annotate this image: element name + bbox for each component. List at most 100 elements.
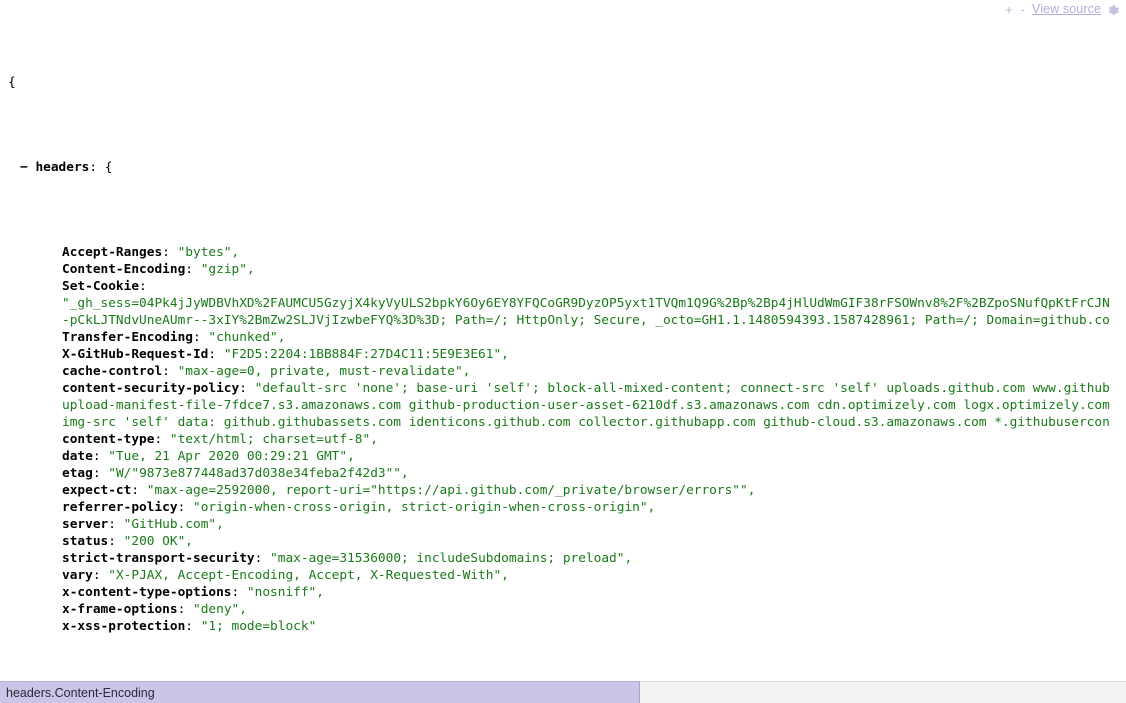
- header-key: strict-transport-security: [62, 551, 255, 566]
- header-value: "X-PJAX, Accept-Encoding, Accept, X-Requ…: [108, 568, 509, 583]
- header-key: server: [62, 517, 109, 532]
- headers-row-list: Accept-Ranges: "bytes", Content-Encoding:…: [0, 244, 1126, 635]
- colon: :: [92, 568, 109, 583]
- header-row[interactable]: vary: "X-PJAX, Accept-Encoding, Accept, …: [0, 567, 1126, 584]
- header-row[interactable]: x-frame-options: "deny",: [0, 601, 1126, 618]
- colon: :: [131, 483, 147, 498]
- statusbar-filler: [640, 681, 1126, 703]
- header-value: "deny",: [193, 602, 247, 617]
- colon: :: [185, 619, 201, 634]
- header-key: Transfer-Encoding: [62, 330, 193, 345]
- colon: :: [239, 381, 255, 396]
- header-row[interactable]: referrer-policy: "origin-when-cross-orig…: [0, 499, 1126, 516]
- colon: :: [208, 347, 224, 362]
- colon: :: [254, 551, 271, 566]
- header-value-continuation: upload-manifest-file-7fdce7.s3.amazonaws…: [62, 398, 1110, 413]
- expand-all-button[interactable]: +: [1004, 3, 1014, 16]
- header-key: date: [62, 449, 93, 464]
- colon: :: [162, 364, 178, 379]
- header-value: "default-src 'none'; base-uri 'self'; bl…: [254, 381, 1110, 396]
- header-key: Content-Encoding: [62, 262, 186, 277]
- header-row[interactable]: Accept-Ranges: "bytes",: [0, 244, 1126, 261]
- header-value: "bytes",: [177, 245, 240, 260]
- header-value: "max-age=2592000, report-uri="https://ap…: [146, 483, 756, 498]
- header-row[interactable]: status: "200 OK",: [0, 533, 1126, 550]
- header-key: status: [62, 534, 109, 549]
- header-row[interactable]: expect-ct: "max-age=2592000, report-uri=…: [0, 482, 1126, 499]
- header-row[interactable]: Content-Encoding: "gzip",: [0, 261, 1126, 278]
- header-row[interactable]: etag: "W/"9873e877448ad37d038e34feba2f42…: [0, 465, 1126, 482]
- header-value: "W/"9873e877448ad37d038e34feba2f42d3"",: [108, 466, 409, 481]
- colon: :: [108, 517, 124, 532]
- colon: :: [162, 245, 178, 260]
- header-key: expect-ct: [62, 483, 132, 498]
- header-value: "200 OK",: [123, 534, 193, 549]
- header-value: "text/html; charset=utf-8",: [169, 432, 378, 447]
- colon: :: [139, 279, 147, 294]
- header-value: "max-age=31536000; includeSubdomains; pr…: [270, 551, 633, 566]
- collapse-toggle-headers[interactable]: −: [20, 160, 28, 175]
- json-root-open: {: [0, 74, 1126, 91]
- header-row[interactable]: X-GitHub-Request-Id: "F2D5:2204:1BB884F:…: [0, 346, 1126, 363]
- header-row[interactable]: content-type: "text/html; charset=utf-8"…: [0, 431, 1126, 448]
- root-open-brace: {: [8, 75, 16, 90]
- json-viewer-pane[interactable]: { − headers: { Accept-Ranges: "bytes", Co…: [0, 0, 1126, 681]
- json-viewer-toolbar[interactable]: + - View source: [998, 1, 1122, 18]
- json-node-headers[interactable]: − headers: {: [0, 159, 1126, 176]
- header-key: content-security-policy: [62, 381, 240, 396]
- gear-icon[interactable]: [1107, 4, 1120, 17]
- colon: :: [108, 534, 124, 549]
- header-row[interactable]: img-src 'self' data: github.githubassets…: [0, 414, 1126, 431]
- header-row[interactable]: upload-manifest-file-7fdce7.s3.amazonaws…: [0, 397, 1126, 414]
- header-key: Set-Cookie: [62, 279, 140, 294]
- header-value: "Tue, 21 Apr 2020 00:29:21 GMT",: [108, 449, 355, 464]
- header-row[interactable]: content-security-policy: "default-src 'n…: [0, 380, 1126, 397]
- colon: :: [185, 262, 201, 277]
- header-row[interactable]: -pCkLJTNdvUneAUmr--3xIY%2BmZw2SLJVjIzwbe…: [0, 312, 1126, 329]
- header-key: x-frame-options: [62, 602, 178, 617]
- header-row[interactable]: Set-Cookie:: [0, 278, 1126, 295]
- collapse-all-button[interactable]: -: [1020, 3, 1026, 16]
- header-row[interactable]: x-content-type-options: "nosniff",: [0, 584, 1126, 601]
- header-row[interactable]: strict-transport-security: "max-age=3153…: [0, 550, 1126, 567]
- header-row[interactable]: x-xss-protection: "1; mode=block": [0, 618, 1126, 635]
- header-value-continuation: img-src 'self' data: github.githubassets…: [62, 415, 1110, 430]
- header-key: content-type: [62, 432, 155, 447]
- header-row[interactable]: date: "Tue, 21 Apr 2020 00:29:21 GMT",: [0, 448, 1126, 465]
- header-value: "GitHub.com",: [123, 517, 224, 532]
- header-value: "F2D5:2204:1BB884F:27D4C11:5E9E3E61",: [223, 347, 509, 362]
- header-key: etag: [62, 466, 93, 481]
- header-key: X-GitHub-Request-Id: [62, 347, 209, 362]
- header-row[interactable]: cache-control: "max-age=0, private, must…: [0, 363, 1126, 380]
- key-headers: headers: [35, 160, 90, 175]
- view-source-link[interactable]: View source: [1032, 2, 1101, 16]
- header-row[interactable]: Transfer-Encoding: "chunked",: [0, 329, 1126, 346]
- header-row[interactable]: server: "GitHub.com",: [0, 516, 1126, 533]
- header-key: x-content-type-options: [62, 585, 232, 600]
- highlighted-header-row: Content-Encoding: "gzip",: [0, 262, 255, 277]
- header-value: "1; mode=block": [200, 619, 317, 634]
- colon: :: [154, 432, 170, 447]
- header-value: "max-age=0, private, must-revalidate",: [177, 364, 471, 379]
- header-value-continuation: "_gh_sess=04Pk4jJyWDBVhXD%2FAUMCU5GzyjX4…: [62, 296, 1110, 311]
- colon: :: [177, 602, 193, 617]
- header-row[interactable]: "_gh_sess=04Pk4jJyWDBVhXD%2FAUMCU5GzyjX4…: [0, 295, 1126, 312]
- header-key: Accept-Ranges: [62, 245, 163, 260]
- header-value: "origin-when-cross-origin, strict-origin…: [193, 500, 656, 515]
- header-value: "nosniff",: [246, 585, 324, 600]
